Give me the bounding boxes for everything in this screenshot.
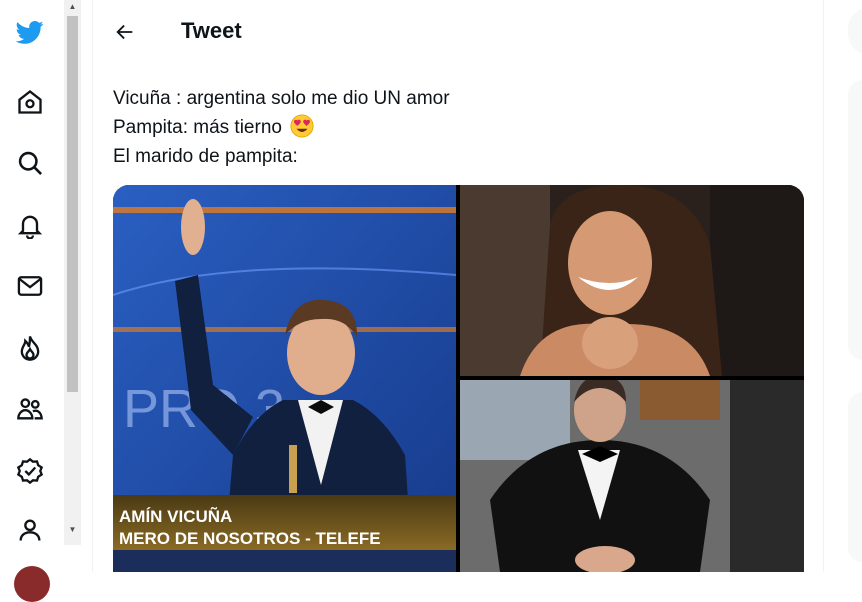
verified-icon[interactable]	[12, 453, 48, 489]
photo-man-in-tuxedo-image	[460, 380, 804, 572]
back-arrow-icon	[116, 24, 133, 40]
photo-man-in-tuxedo[interactable]	[460, 380, 804, 572]
photo-caption-show: MERO DE NOSOTROS - TELEFE	[119, 529, 381, 548]
tweet-line-3: El marido de pampita:	[113, 146, 298, 167]
media-grid[interactable]: PRO 3 AMÍN VICUÑA MERO DE NOSOTROS - TEL…	[113, 185, 804, 572]
search-icon[interactable]	[12, 145, 48, 181]
twitter-logo-icon[interactable]	[12, 14, 48, 50]
photo-smiling-woman[interactable]	[460, 185, 804, 376]
tweet-text: Vicuña : argentina solo me dio UN amor P…	[113, 84, 803, 171]
search-box[interactable]	[848, 8, 862, 54]
main-column: Tweet Vicuña : argentina solo me dio UN …	[92, 0, 824, 572]
photo-smiling-woman-image	[460, 185, 804, 376]
communities-icon[interactable]	[12, 391, 48, 427]
avatar[interactable]	[14, 566, 50, 602]
scroll-down-arrow-icon[interactable]: ▼	[64, 523, 81, 537]
header: Tweet	[93, 0, 823, 64]
right-column	[830, 0, 862, 572]
flame-icon[interactable]	[12, 330, 48, 366]
tweet-line-2: Pampita: más tierno	[113, 113, 803, 142]
photo-man-on-stage[interactable]: PRO 3 AMÍN VICUÑA MERO DE NOSOTROS - TEL…	[113, 185, 456, 572]
photo-man-on-stage-image: PRO 3 AMÍN VICUÑA MERO DE NOSOTROS - TEL…	[113, 185, 456, 572]
photo-caption-name: AMÍN VICUÑA	[119, 506, 232, 526]
bell-icon[interactable]	[12, 207, 48, 243]
page-title: Tweet	[181, 18, 242, 43]
scroll-up-arrow-icon[interactable]: ▲	[64, 0, 81, 14]
sidebar-nav	[0, 0, 62, 602]
trends-card	[848, 80, 862, 360]
profile-icon[interactable]	[12, 512, 48, 548]
scroll-thumb[interactable]	[67, 16, 78, 392]
who-to-follow-card	[848, 392, 862, 562]
home-icon[interactable]	[12, 84, 48, 120]
heart-eyes-emoji-icon	[290, 114, 314, 138]
tweet-line-1: Vicuña : argentina solo me dio UN amor	[113, 88, 450, 109]
back-button[interactable]	[107, 14, 143, 50]
scrollbar[interactable]: ▲ ▼	[64, 0, 81, 545]
mail-icon[interactable]	[12, 268, 48, 304]
